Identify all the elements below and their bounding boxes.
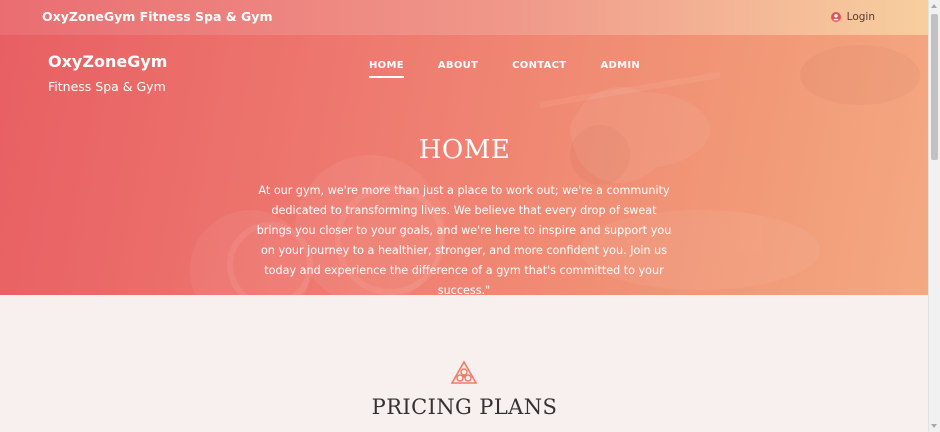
nav-item-about[interactable]: ABOUT	[421, 60, 495, 71]
hero-text: At our gym, we're more than just a place…	[256, 184, 672, 295]
triangle-lotus-icon	[450, 360, 478, 384]
scroll-up-arrow-icon[interactable]	[931, 4, 937, 8]
login-link[interactable]: Login	[830, 11, 875, 23]
login-label: Login	[846, 11, 875, 23]
site-title[interactable]: OxyZoneGym	[48, 52, 167, 71]
site-subtitle: Fitness Spa & Gym	[48, 79, 166, 94]
scroll-down-arrow-icon[interactable]	[931, 424, 937, 428]
scrollbar-thumb[interactable]	[931, 14, 938, 160]
topbar-brand[interactable]: OxyZoneGym Fitness Spa & Gym	[42, 9, 272, 24]
user-circle-icon	[830, 12, 841, 22]
main-nav: HOME ABOUT CONTACT ADMIN	[352, 60, 657, 78]
hero-heading: HOME	[418, 135, 511, 165]
hero-section: OxyZoneGym Fitness Spa & Gym HOME ABOUT …	[0, 35, 929, 295]
nav-item-admin[interactable]: ADMIN	[583, 60, 657, 71]
top-bar: OxyZoneGym Fitness Spa & Gym Login	[0, 0, 929, 36]
nav-item-contact[interactable]: CONTACT	[495, 60, 583, 71]
nav-item-home[interactable]: HOME	[352, 60, 421, 78]
pricing-plans-title: PRICING PLANS	[371, 395, 558, 419]
page-scrollbar[interactable]	[928, 0, 940, 432]
